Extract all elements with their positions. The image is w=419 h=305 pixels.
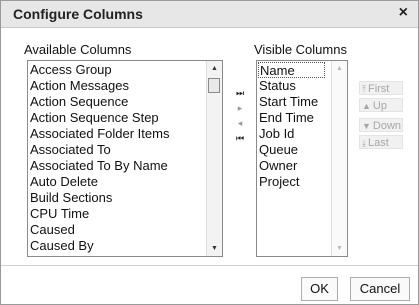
list-item[interactable]: Caused xyxy=(30,222,169,238)
list-item[interactable]: Build Sections xyxy=(30,190,169,206)
list-item[interactable]: Name xyxy=(258,62,325,78)
up-icon: ▲ xyxy=(362,101,371,111)
scroll-up-icon[interactable]: ▲ xyxy=(332,61,347,76)
available-columns-list[interactable]: Access Group Action Messages Action Sequen… xyxy=(27,60,223,257)
list-item[interactable]: Action Messages xyxy=(30,78,169,94)
move-down-button[interactable]: ▼ Down xyxy=(359,118,403,132)
available-columns-label: Available Columns xyxy=(24,42,132,57)
list-item[interactable]: CPU Time xyxy=(30,206,169,222)
scroll-up-icon[interactable]: ▲ xyxy=(207,61,222,76)
first-icon: ⤒ xyxy=(362,84,366,94)
list-item[interactable]: Associated Folder Items xyxy=(30,126,169,142)
list-item[interactable]: Access Group xyxy=(30,62,169,78)
move-up-label: Up xyxy=(372,100,387,112)
list-item[interactable]: Project xyxy=(259,174,325,190)
list-item[interactable]: Start Time xyxy=(259,94,325,110)
footer-divider xyxy=(1,265,418,266)
list-item[interactable]: Status xyxy=(259,78,325,94)
add-all-columns-icon[interactable]: ⏭ xyxy=(234,87,246,99)
list-item[interactable]: Action Sequence Step xyxy=(30,110,169,126)
close-icon[interactable]: × xyxy=(399,5,408,21)
remove-all-columns-icon[interactable]: ⏮ xyxy=(234,132,246,144)
list-item[interactable]: Associated To xyxy=(30,142,169,158)
last-icon: ⤓ xyxy=(362,138,366,148)
dialog-title: Configure Columns xyxy=(13,6,143,22)
ok-button[interactable]: OK xyxy=(301,277,338,301)
list-item[interactable]: Queue xyxy=(259,142,325,158)
visible-columns-list[interactable]: Name Status Start Time End Time Job Id Queue O… xyxy=(256,60,348,257)
move-last-label: Last xyxy=(367,137,389,149)
list-item[interactable]: Action Sequence xyxy=(30,94,169,110)
list-item[interactable]: Auto Delete xyxy=(30,174,169,190)
move-down-label: Down xyxy=(372,120,402,132)
configure-columns-dialog: Configure Columns × Available Columns Ac… xyxy=(0,0,419,305)
list-item[interactable]: Caused By xyxy=(30,238,169,254)
list-item[interactable]: Associated To By Name xyxy=(30,158,169,174)
remove-column-icon[interactable]: ◂ xyxy=(234,117,246,129)
visible-scrollbar[interactable]: ▲ ▼ xyxy=(331,61,347,256)
scroll-thumb[interactable] xyxy=(208,78,220,93)
add-column-icon[interactable]: ▸ xyxy=(234,102,246,114)
scroll-down-icon[interactable]: ▼ xyxy=(207,241,222,256)
visible-columns-label: Visible Columns xyxy=(254,42,347,57)
down-icon: ▼ xyxy=(362,121,371,131)
cancel-button[interactable]: Cancel xyxy=(350,277,410,301)
move-last-button[interactable]: ⤓ Last xyxy=(359,135,403,149)
dialog-titlebar: Configure Columns × xyxy=(1,1,418,28)
scroll-down-icon[interactable]: ▼ xyxy=(332,241,347,256)
move-first-button[interactable]: ⤒ First xyxy=(359,81,403,95)
available-scrollbar[interactable]: ▲ ▼ xyxy=(206,61,222,256)
move-up-button[interactable]: ▲ Up xyxy=(359,98,403,112)
move-first-label: First xyxy=(367,83,390,95)
list-item[interactable]: Owner xyxy=(259,158,325,174)
list-item[interactable]: End Time xyxy=(259,110,325,126)
list-item[interactable]: Job Id xyxy=(259,126,325,142)
